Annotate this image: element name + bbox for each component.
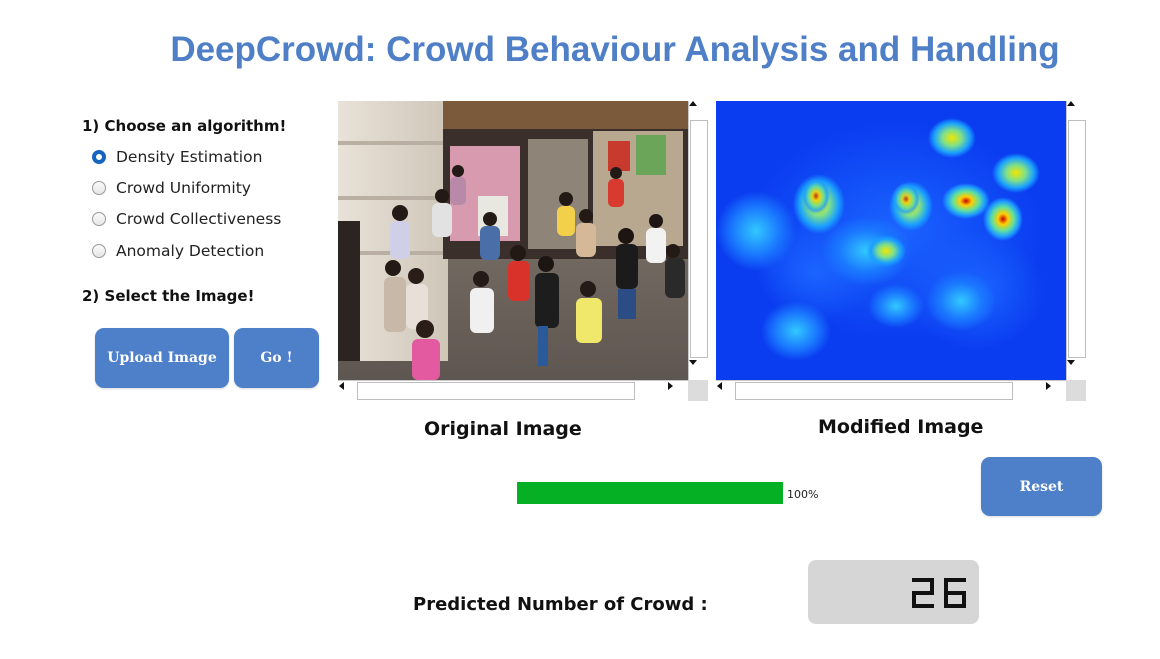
scrollbar-corner [688, 380, 708, 401]
radio-label: Density Estimation [116, 148, 263, 166]
original-image-caption: Original Image [424, 418, 582, 440]
modified-horizontal-scrollbar[interactable] [716, 380, 1066, 401]
scrollbar-thumb[interactable] [735, 382, 1013, 400]
scroll-right-arrow-icon[interactable] [668, 382, 686, 400]
scroll-down-arrow-icon[interactable] [689, 360, 707, 378]
radio-label: Anomaly Detection [116, 242, 265, 260]
original-horizontal-scrollbar[interactable] [338, 380, 688, 401]
modified-vertical-scrollbar[interactable] [1066, 101, 1086, 380]
lcd-segment [944, 578, 948, 593]
radio-density-estimation[interactable]: Density Estimation [92, 147, 262, 167]
scrollbar-corner [1066, 380, 1086, 401]
scroll-right-arrow-icon[interactable] [1046, 382, 1064, 400]
radio-anomaly-detection[interactable]: Anomaly Detection [92, 241, 264, 261]
scroll-up-arrow-icon[interactable] [689, 101, 707, 119]
progress-bar [517, 482, 783, 504]
scrollbar-thumb[interactable] [690, 120, 708, 358]
radio-label: Crowd Collectiveness [116, 210, 282, 228]
scrollbar-thumb[interactable] [1068, 120, 1086, 358]
lcd-digits [912, 578, 966, 608]
modified-image-caption: Modified Image [818, 416, 984, 438]
upload-image-button[interactable]: Upload Image [95, 328, 229, 388]
original-crowd-image [338, 101, 688, 380]
predicted-crowd-label: Predicted Number of Crowd : [413, 594, 708, 615]
density-heatmap-image [716, 101, 1066, 380]
reset-button[interactable]: Reset [981, 457, 1102, 516]
radio-button-selected-icon[interactable] [92, 150, 106, 164]
radio-button-icon[interactable] [92, 244, 106, 258]
scroll-down-arrow-icon[interactable] [1067, 360, 1085, 378]
radio-crowd-collectiveness[interactable]: Crowd Collectiveness [92, 209, 281, 229]
radio-label: Crowd Uniformity [116, 179, 251, 197]
progress-percent-text: 100% [787, 488, 819, 501]
lcd-segment [962, 593, 966, 608]
scrollbar-thumb[interactable] [357, 382, 635, 400]
modified-image-viewer[interactable] [716, 101, 1086, 401]
radio-crowd-uniformity[interactable]: Crowd Uniformity [92, 178, 251, 198]
lcd-display [808, 560, 979, 624]
original-image-viewer[interactable] [338, 101, 708, 401]
radio-button-icon[interactable] [92, 212, 106, 226]
progress-bar-fill [517, 482, 783, 504]
scroll-left-arrow-icon[interactable] [339, 382, 357, 400]
lcd-segment [912, 604, 934, 608]
scroll-up-arrow-icon[interactable] [1067, 101, 1085, 119]
lcd-segment [930, 578, 934, 593]
lcd-digit [912, 578, 934, 608]
original-vertical-scrollbar[interactable] [688, 101, 708, 380]
choose-algorithm-label: 1) Choose an algorithm! [82, 117, 287, 135]
lcd-digit [944, 578, 966, 608]
scroll-left-arrow-icon[interactable] [717, 382, 735, 400]
select-image-label: 2) Select the Image! [82, 287, 255, 305]
go-button[interactable]: Go ! [234, 328, 319, 388]
radio-button-icon[interactable] [92, 181, 106, 195]
page-title: DeepCrowd: Crowd Behaviour Analysis and … [170, 30, 1060, 69]
